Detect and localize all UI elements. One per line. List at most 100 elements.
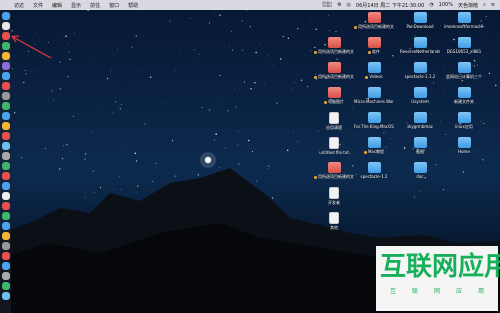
- star: [392, 55, 394, 57]
- desktop-icon[interactable]: imomnsoftformacHHB_04O...: [444, 12, 484, 29]
- desktop-icon[interactable]: 应用清理: [314, 112, 354, 130]
- folder-icon: [367, 137, 381, 148]
- star: [119, 108, 121, 110]
- desktop-icon-text: 开发者: [328, 200, 340, 205]
- desktop-icon[interactable]: spectacle-1.2: [354, 162, 394, 179]
- dock-app-icon[interactable]: [1, 122, 10, 130]
- desktop-icon[interactable]: ReverseNetherlandsServer_1.2.0: [400, 37, 440, 54]
- tag-dot-icon: [363, 150, 367, 154]
- status-icon-2[interactable]: ◎: [347, 2, 351, 8]
- desktop-icon[interactable]: doc: [400, 162, 440, 179]
- desktop-icon[interactable]: For.The.King.MacOS...IVATED: [354, 112, 394, 129]
- dock-app-icon[interactable]: [1, 242, 10, 250]
- folder-icon: [413, 137, 427, 148]
- desktop-icon[interactable]: skygrmbmaz: [400, 112, 440, 129]
- star: [111, 69, 112, 71]
- dock-app-icon[interactable]: [1, 212, 10, 220]
- desktop-icon[interactable]: 用所选项目新建的文件夹 5: [314, 37, 354, 54]
- dock-app-icon[interactable]: [1, 152, 10, 160]
- desktop-icon[interactable]: 新建文件夹: [444, 87, 484, 104]
- dock-app-icon[interactable]: [1, 112, 10, 120]
- star: [135, 160, 138, 162]
- star: [300, 79, 303, 81]
- desktop-icon-text: spectacle-1.2: [360, 174, 388, 179]
- star: [65, 35, 67, 37]
- desktop-icon[interactable]: 用所选项目新建的文件夹 4: [314, 62, 354, 79]
- folder-icon: [413, 37, 427, 48]
- dock-app-icon[interactable]: [1, 202, 10, 210]
- desktop-icon[interactable]: Home: [444, 137, 484, 154]
- star: [193, 49, 195, 51]
- dock-app-icon[interactable]: [1, 82, 10, 90]
- star: [366, 31, 367, 33]
- dock-app-icon[interactable]: [1, 142, 10, 150]
- desktop-icon[interactable]: 截图: [400, 137, 440, 154]
- desktop-icon-text: 电脑图片: [328, 99, 344, 104]
- folder-icon: [367, 37, 381, 48]
- dock-app-icon[interactable]: [1, 272, 10, 280]
- desktop-icon-label: Mac教程: [354, 149, 394, 154]
- desktop-icon[interactable]: 用所选项目新建的文件夹: [314, 162, 354, 179]
- star: [309, 19, 311, 21]
- dock-app-icon[interactable]: [1, 252, 10, 260]
- desktop-icon[interactable]: 电脑图片: [314, 87, 354, 104]
- folder-icon: [413, 62, 427, 73]
- menu-app[interactable]: 访达: [14, 2, 24, 9]
- desktop-icon-text: untitled file.txt: [319, 150, 349, 155]
- dock-app-icon[interactable]: [1, 232, 10, 240]
- desktop-icon[interactable]: Usystem: [400, 87, 440, 104]
- desktop-icon[interactable]: 其他: [314, 212, 354, 230]
- desktop-icon-text: 新建文件夹: [454, 99, 474, 104]
- dock-app-icon[interactable]: [1, 292, 10, 300]
- desktop-icon[interactable]: Micro.Machines.Worl...IVATED: [354, 87, 394, 104]
- star: [120, 103, 122, 105]
- desktop-icon[interactable]: Videos: [354, 62, 394, 79]
- menu-window[interactable]: 窗口: [109, 2, 119, 9]
- search-icon[interactable]: ⌕: [483, 2, 486, 8]
- clock[interactable]: 06月14日 周二 下午21:30:00: [356, 2, 424, 9]
- desktop-icon[interactable]: DGS10653_xl881: [444, 37, 484, 54]
- menu-list-icon[interactable]: ≡: [491, 2, 495, 8]
- dock-app-icon[interactable]: [1, 72, 10, 80]
- menu-file[interactable]: 文件: [33, 2, 43, 9]
- star: [23, 81, 25, 84]
- battery-text[interactable]: 100%: [439, 2, 453, 8]
- dock-app-icon[interactable]: [1, 172, 10, 180]
- desktop-icon[interactable]: 开发者: [314, 187, 354, 205]
- star: [280, 58, 282, 60]
- desktop-icon-text: 截图: [416, 149, 424, 154]
- star: [282, 35, 284, 38]
- star: [433, 82, 435, 84]
- desktop-icon[interactable]: 软件: [354, 37, 394, 54]
- dock-app-icon[interactable]: [1, 22, 10, 30]
- dock-app-icon[interactable]: [1, 102, 10, 110]
- menu-view[interactable]: 显示: [71, 2, 81, 9]
- star: [149, 76, 152, 79]
- menu-go[interactable]: 前往: [90, 2, 100, 9]
- star: [67, 44, 69, 46]
- dock-app-icon[interactable]: [1, 192, 10, 200]
- desktop-icon[interactable]: spectacle-1.1.2: [400, 62, 440, 79]
- dock-app-icon[interactable]: [1, 132, 10, 140]
- desktop-icon[interactable]: 用所选项目新建的文件夹 6: [354, 12, 394, 29]
- star: [246, 10, 248, 11]
- desktop-icon[interactable]: untitled file.txt: [314, 137, 354, 155]
- dock-app-icon[interactable]: [1, 162, 10, 170]
- dock-app-icon[interactable]: [1, 92, 10, 100]
- menu-edit[interactable]: 编辑: [52, 2, 62, 9]
- status-icon-1[interactable]: ⚙: [337, 2, 341, 8]
- wifi-icon[interactable]: ◔: [429, 2, 433, 8]
- dock-app-icon[interactable]: [1, 262, 10, 270]
- menu-help[interactable]: 帮助: [128, 2, 138, 9]
- desktop-icon[interactable]: PanDownload: [400, 12, 440, 29]
- dock-app-icon[interactable]: [1, 222, 10, 230]
- dock-app-icon[interactable]: [1, 12, 10, 20]
- dock-app-icon[interactable]: [1, 182, 10, 190]
- desktop-icon[interactable]: linux应用: [444, 112, 484, 129]
- dock-app-icon[interactable]: [1, 282, 10, 290]
- star: [62, 144, 65, 147]
- desktop-icon[interactable]: 此网站已计算机三个: [444, 62, 484, 79]
- desktop-icon[interactable]: Mac教程: [354, 137, 394, 154]
- dock-app-icon[interactable]: [1, 62, 10, 70]
- user-name[interactable]: 天色渐暗: [458, 2, 478, 9]
